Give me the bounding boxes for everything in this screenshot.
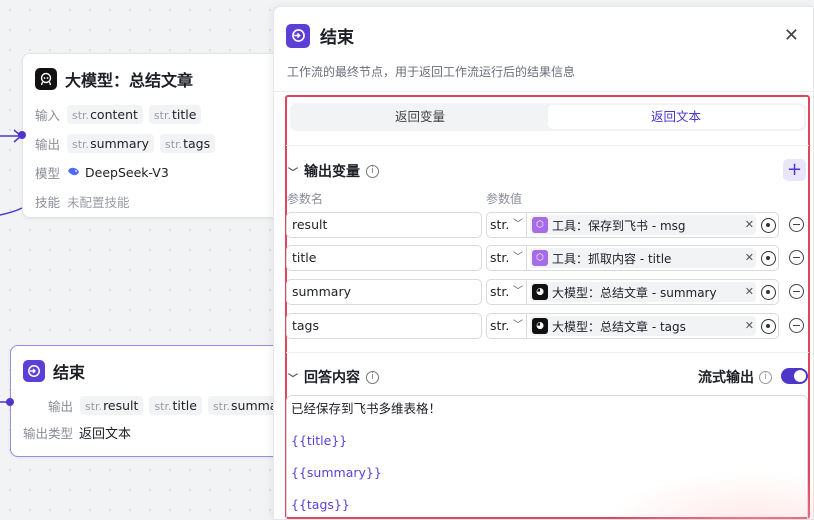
add-variable-button[interactable]: + [783,159,806,181]
end-node[interactable]: 结束 输出 str. result str. title str. summary 输… [10,345,295,457]
model-value: DeepSeek-V3 [85,165,169,180]
answer-variable-token: {{summary}} [291,465,382,480]
param-row: tags str. ﹀ ◕ 大模型：总结文章 - tags ✕ [286,313,806,339]
llm-node-title: 大模型：总结文章 [65,71,194,90]
reference-chip[interactable]: ⬡ 工具：保存到飞书 - msg ✕ [530,215,756,235]
output-type-value: 返回文本 [79,427,132,442]
column-header-value: 参数值 [486,192,523,206]
param-name-input[interactable]: tags [286,313,482,339]
skill-label: 技能 [35,195,61,210]
divider [286,145,809,146]
end-node-title: 结束 [53,363,86,382]
chevron-down-icon: ﹀ [513,219,523,230]
chevron-down-icon: ﹀ [513,286,523,297]
clear-icon[interactable]: ✕ [745,248,754,268]
reference-chip[interactable]: ◕ 大模型：总结文章 - summary ✕ [530,282,756,302]
output-variables-header[interactable]: ﹀ 输出变量 i [288,161,379,181]
param-value-field: str. ﹀ ⬡ 工具：抓取内容 - title ✕ [486,245,779,271]
output-label: 输出 [35,137,61,152]
end-icon [23,360,45,382]
llm-node-input-port[interactable] [18,131,26,139]
chevron-down-icon: ﹀ [288,373,298,385]
param-row: title str. ﹀ ⬡ 工具：抓取内容 - title ✕ [286,245,806,271]
tool-icon: ⬡ [532,250,548,266]
type-select[interactable]: str. ﹀ [487,314,527,338]
llm-icon: ◕ [532,318,548,334]
target-icon[interactable] [761,218,776,233]
param-value-field: str. ﹀ ⬡ 工具：保存到飞书 - msg ✕ [486,212,779,238]
llm-icon: ◕ [532,284,548,300]
output-chip: str. summary [67,134,155,153]
remove-icon[interactable] [789,318,804,333]
remove-icon[interactable] [789,284,804,299]
output-chip: str. tags [160,134,216,153]
type-select[interactable]: str. ﹀ [487,213,527,237]
panel-title: 结束 [320,28,354,48]
param-row: result str. ﹀ ⬡ 工具：保存到飞书 - msg ✕ [286,212,806,238]
llm-node[interactable]: 大模型：总结文章 输入 str. content str. title 输出 str… [22,53,284,218]
target-icon[interactable] [761,251,776,266]
divider [274,91,813,92]
tab-group: 返回变量 返回文本 [290,103,806,131]
input-label: 输入 [35,108,61,123]
stream-output-toggle[interactable] [781,368,808,384]
answer-variable-token: {{tags}} [291,497,350,512]
llm-icon [35,68,57,90]
param-value-field: str. ﹀ ◕ 大模型：总结文章 - summary ✕ [486,279,779,305]
param-name-input[interactable]: summary [286,279,482,305]
output-chip: str. result [80,396,144,415]
clear-icon[interactable]: ✕ [745,316,754,336]
input-chip: str. content [67,105,143,124]
column-header-name: 参数名 [287,192,324,206]
type-select[interactable]: str. ﹀ [487,280,527,304]
output-type-label: 输出类型 [23,426,74,441]
chevron-down-icon: ﹀ [513,252,523,263]
tab-return-variables[interactable]: 返回变量 [292,105,548,129]
section-title: 输出变量 [304,164,360,180]
answer-text-line: 已经保存到飞书多维表格！ [291,401,442,416]
reference-chip[interactable]: ◕ 大模型：总结文章 - tags ✕ [530,316,756,336]
param-value-field: str. ﹀ ◕ 大模型：总结文章 - tags ✕ [486,313,779,339]
output-chip: str. title [149,396,202,415]
end-icon [286,23,310,48]
reference-chip[interactable]: ⬡ 工具：抓取内容 - title ✕ [530,248,756,268]
panel-description: 工作流的最终节点，用于返回工作流运行后的结果信息 [287,65,576,79]
remove-icon[interactable] [789,250,804,265]
output-label: 输出 [48,399,74,414]
chevron-down-icon: ﹀ [288,167,298,179]
divider [286,352,809,353]
end-node-panel: 结束 ✕ 工作流的最终节点，用于返回工作流运行后的结果信息 返回变量 返回文本 … [273,6,814,520]
answer-content-header[interactable]: ﹀ 回答内容 i [288,367,379,387]
input-chip: str. title [148,105,202,124]
clear-icon[interactable]: ✕ [745,215,754,235]
clear-icon[interactable]: ✕ [745,282,754,302]
chevron-down-icon: ﹀ [513,320,523,331]
answer-variable-token: {{title}} [291,433,348,448]
close-icon[interactable]: ✕ [784,25,799,46]
skill-value: 未配置技能 [67,195,130,210]
tool-icon: ⬡ [532,217,548,233]
info-icon[interactable]: i [366,164,379,178]
answer-content-editor[interactable]: 已经保存到飞书多维表格！ {{title}} {{summary}} {{tag… [286,395,808,520]
param-row: summary str. ﹀ ◕ 大模型：总结文章 - summary ✕ [286,279,806,305]
target-icon[interactable] [761,285,776,300]
info-icon[interactable]: i [759,370,772,384]
target-icon[interactable] [761,319,776,334]
stream-output-label: 流式输出 i [698,367,772,387]
param-name-input[interactable]: title [286,245,482,271]
param-name-input[interactable]: result [286,212,482,238]
info-icon[interactable]: i [366,370,379,384]
model-label: 模型 [35,166,61,181]
section-title: 回答内容 [304,370,360,386]
remove-icon[interactable] [789,217,804,232]
end-node-input-port[interactable] [6,398,14,406]
deepseek-icon [67,166,80,180]
type-select[interactable]: str. ﹀ [487,246,527,270]
tab-return-text[interactable]: 返回文本 [548,105,804,129]
